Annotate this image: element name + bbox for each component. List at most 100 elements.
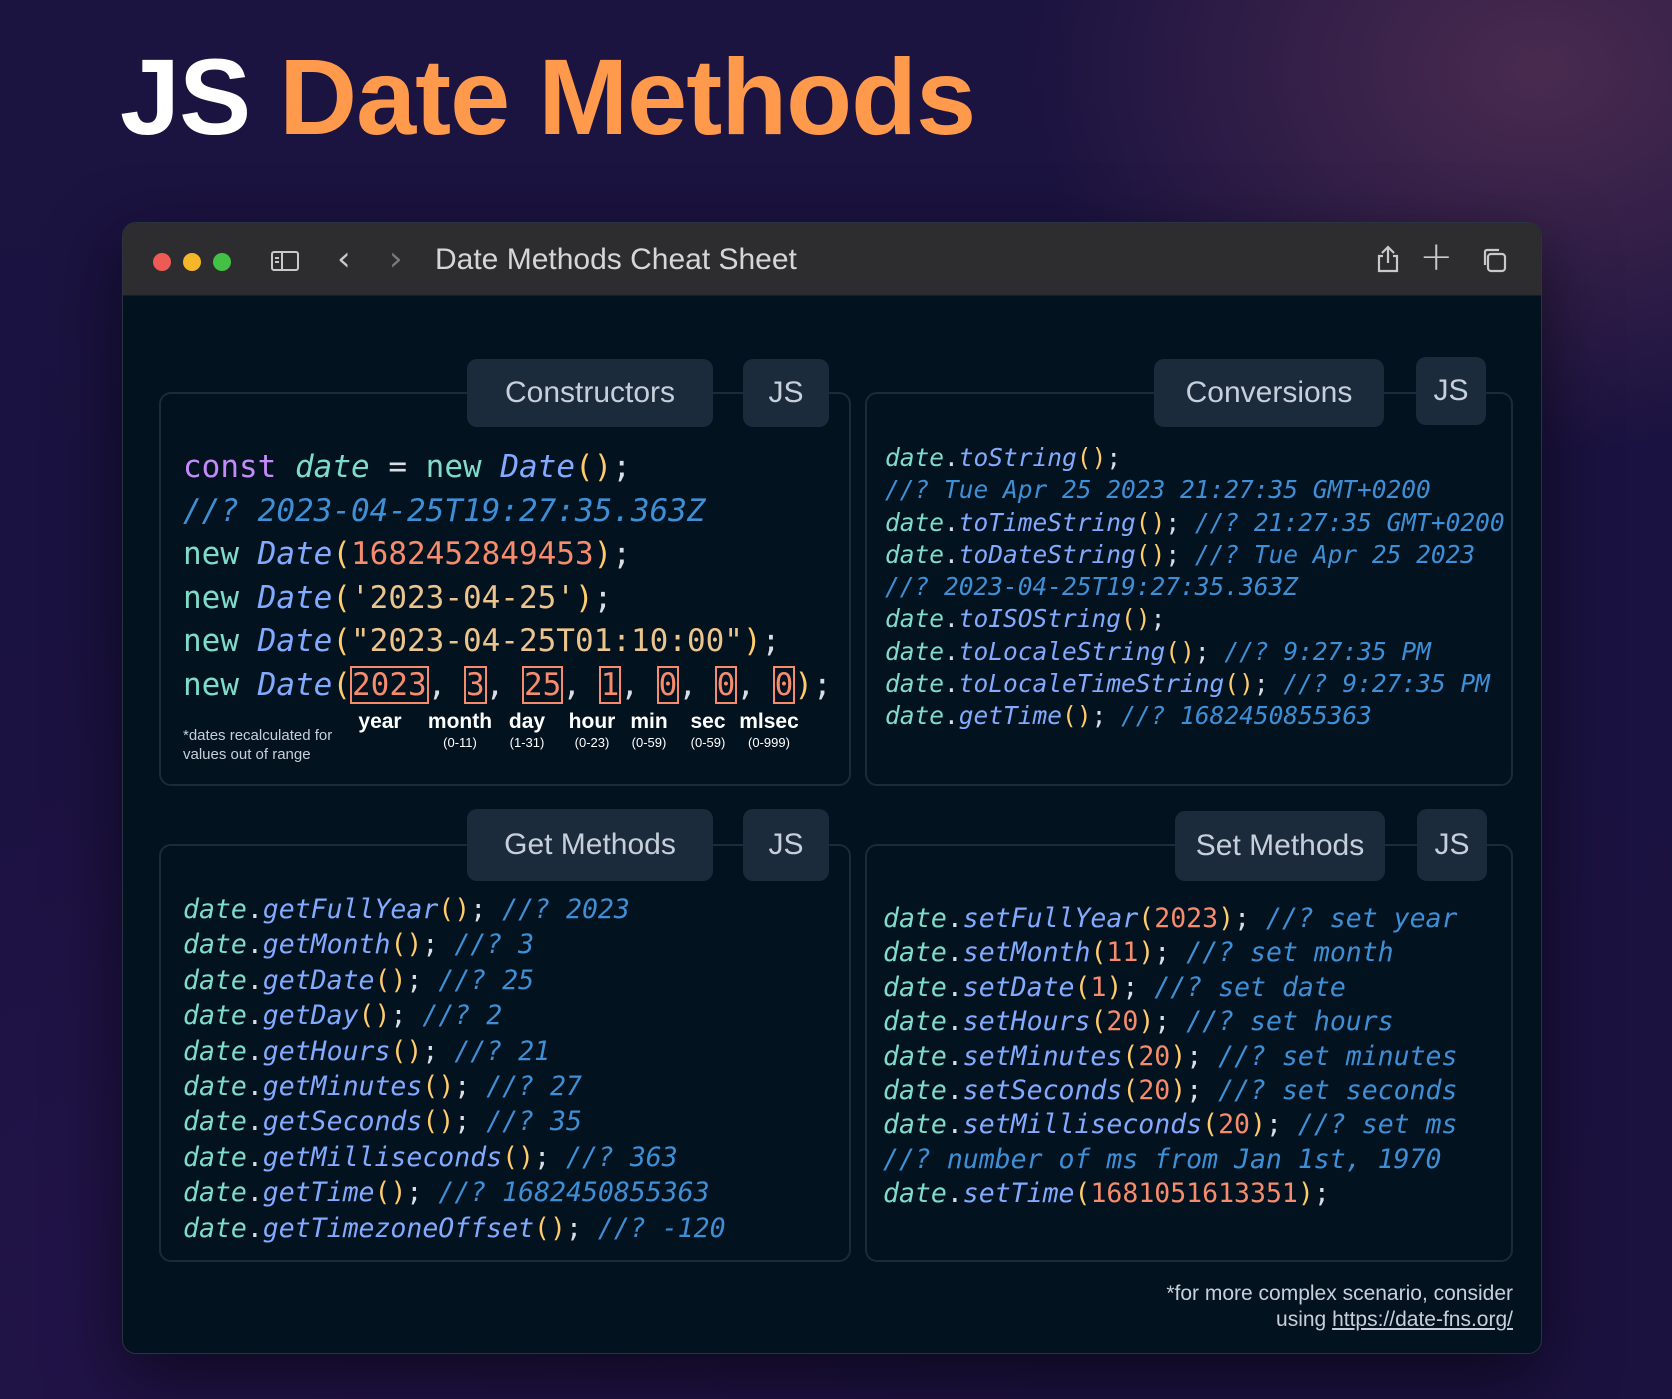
zoom-window-button[interactable] (213, 253, 231, 271)
conversion-comment: //? Tue Apr 25 2023 (1194, 539, 1476, 569)
conversion-method: toDateString (958, 539, 1136, 569)
set-method-line: date.setSeconds(20); //? set seconds (883, 1075, 1458, 1107)
conversion-line: date.toLocaleString(); //? 9:27:35 PM (885, 636, 1431, 666)
browser-window: ‹ › Date Methods Cheat Sheet + const dat… (122, 222, 1542, 1354)
conversion-line: date.toISOString(); (885, 604, 1166, 634)
set-method-comment: //? set minutes (1218, 1040, 1458, 1072)
set-method-method: setTime (962, 1178, 1075, 1210)
get-method-method: getTimezoneOffset (262, 1212, 535, 1244)
set-method-argument: 1 (1090, 971, 1107, 1003)
set-method-comment: //? set hours (1186, 1006, 1394, 1038)
conversions-code: date.toString(); //? Tue Apr 25 2023 21:2… (885, 442, 1505, 733)
arg-label-day: day (1-31) (508, 710, 546, 750)
set-method-method: setHours (962, 1006, 1091, 1038)
arg-label-min: min (0-59) (630, 710, 668, 750)
chevron-right-icon[interactable]: › (389, 239, 403, 279)
get-method-line: date.getDay(); //? 2 (183, 1000, 503, 1032)
get-methods-panel: date.getFullYear(); //? 2023 date.getMont… (159, 844, 851, 1262)
window-titlebar: ‹ › Date Methods Cheat Sheet + (123, 223, 1541, 296)
share-icon[interactable] (1375, 245, 1401, 273)
get-method-comment: //? 1682450855363 (438, 1177, 710, 1209)
title-main: Date Methods (279, 36, 976, 157)
get-method-method: getMinutes (262, 1071, 423, 1103)
conversion-line: date.toString(); (885, 443, 1122, 472)
get-method-line: date.getTime(); //? 1682450855363 (183, 1177, 710, 1209)
set-method-method: setMonth (962, 937, 1091, 969)
get-method-line: date.getDate(); //? 25 (183, 964, 535, 996)
conversion-line: date.getTime(); //? 1682450855363 (885, 701, 1372, 731)
set-method-comment: //? set date (1154, 971, 1346, 1003)
conversion-line: date.toLocaleTimeString(); //? 9:27:35 P… (885, 669, 1490, 699)
set-method-argument: 11 (1106, 937, 1139, 969)
get-method-method: getTime (262, 1177, 375, 1209)
get-method-comment: //? 363 (566, 1141, 678, 1173)
set-methods-lang-badge: JS (1417, 809, 1487, 881)
sidebar-icon[interactable] (271, 251, 299, 271)
conversion-method: toLocaleString (958, 636, 1166, 666)
get-method-method: getMilliseconds (262, 1141, 503, 1173)
set-method-method: setDate (962, 971, 1075, 1003)
conversion-method: getTime (958, 701, 1063, 731)
set-methods-panel: date.setFullYear(2023); //? set year date… (865, 844, 1513, 1262)
conversions-panel: date.toString(); //? Tue Apr 25 2023 21:2… (865, 392, 1513, 786)
conversions-lang-badge: JS (1416, 357, 1486, 425)
tabs-icon[interactable] (1481, 247, 1507, 273)
constructors-lang-badge: JS (743, 359, 829, 427)
get-method-method: getHours (262, 1035, 391, 1067)
out-of-range-note: *dates recalculated for values out of ran… (183, 727, 333, 763)
window-title: Date Methods Cheat Sheet (435, 243, 797, 276)
get-method-method: getSeconds (262, 1106, 423, 1138)
conversion-comment: //? 2023-04-25T19:27:35.363Z (885, 572, 1299, 602)
get-method-comment: //? 2 (422, 1000, 503, 1032)
set-method-comment: //? set seconds (1218, 1075, 1458, 1107)
set-method-method: setMinutes (962, 1040, 1123, 1072)
set-method-line: date.setDate(1); //? set date (883, 971, 1346, 1003)
conversions-header: Conversions (1154, 359, 1384, 427)
set-method-comment: //? set year (1266, 903, 1458, 934)
get-method-comment: //? 21 (454, 1035, 551, 1067)
arg-label-mlsec: mlsec (0-999) (739, 710, 799, 750)
get-method-comment: //? 27 (486, 1071, 582, 1103)
date-fns-link[interactable]: https://date-fns.org/ (1332, 1308, 1513, 1331)
close-window-button[interactable] (153, 253, 171, 271)
set-method-argument: 20 (1138, 1075, 1171, 1107)
set-method-comment: //? number of ms from Jan 1st, 1970 (883, 1143, 1442, 1175)
get-methods-header: Get Methods (467, 809, 713, 881)
set-method-line: date.setFullYear(2023); //? set year (883, 903, 1458, 934)
arg-label-sec: sec (0-59) (690, 710, 726, 750)
conversion-method: toISOString (958, 604, 1122, 634)
set-method-line: //? number of ms from Jan 1st, 1970 (883, 1143, 1457, 1177)
get-method-line: date.getMinutes(); //? 27 (183, 1071, 582, 1103)
arg-label-month: month (0-11) (427, 710, 493, 750)
constructors-panel: const date = new Date();//? 2023-04-25T1… (159, 392, 851, 786)
get-method-comment: //? 2023 (502, 894, 630, 925)
page-title: JS Date Methods (120, 36, 976, 157)
set-method-argument: 20 (1138, 1040, 1171, 1072)
get-method-method: getMonth (262, 929, 391, 961)
conversion-method: toString (958, 443, 1077, 472)
conversion-comment: //? 21:27:35 GMT+0200 (1194, 507, 1505, 537)
chevron-left-icon[interactable]: ‹ (337, 239, 351, 279)
minimize-window-button[interactable] (183, 253, 201, 271)
set-method-method: setFullYear (962, 903, 1139, 934)
set-method-argument: 20 (1106, 1006, 1139, 1038)
get-method-comment: //? 35 (486, 1106, 582, 1138)
get-method-line: date.getMonth(); //? 3 (183, 929, 535, 961)
conversion-line: date.toTimeString(); //? 21:27:35 GMT+02… (885, 507, 1505, 537)
get-method-method: getDay (262, 1000, 359, 1032)
set-method-comment: //? set month (1186, 937, 1394, 969)
get-method-method: getDate (262, 964, 375, 996)
conversion-method: toTimeString (958, 507, 1136, 537)
get-methods-lang-badge: JS (743, 809, 829, 881)
plus-icon[interactable]: + (1419, 237, 1453, 277)
conversion-line: date.toDateString(); //? Tue Apr 25 2023 (885, 539, 1476, 569)
get-method-line: date.getMilliseconds(); //? 363 (183, 1141, 678, 1173)
get-method-line: date.getSeconds(); //? 35 (183, 1106, 582, 1138)
get-method-method: getFullYear (262, 894, 439, 925)
set-methods-header: Set Methods (1175, 811, 1385, 881)
get-method-comment: //? -120 (597, 1212, 726, 1244)
conversion-comment: //? 1682450855363 (1121, 701, 1372, 731)
get-method-line: date.getHours(); //? 21 (183, 1035, 551, 1067)
get-method-comment: //? 3 (454, 929, 535, 961)
set-method-line: date.setTime(1681051613351); (883, 1178, 1330, 1210)
